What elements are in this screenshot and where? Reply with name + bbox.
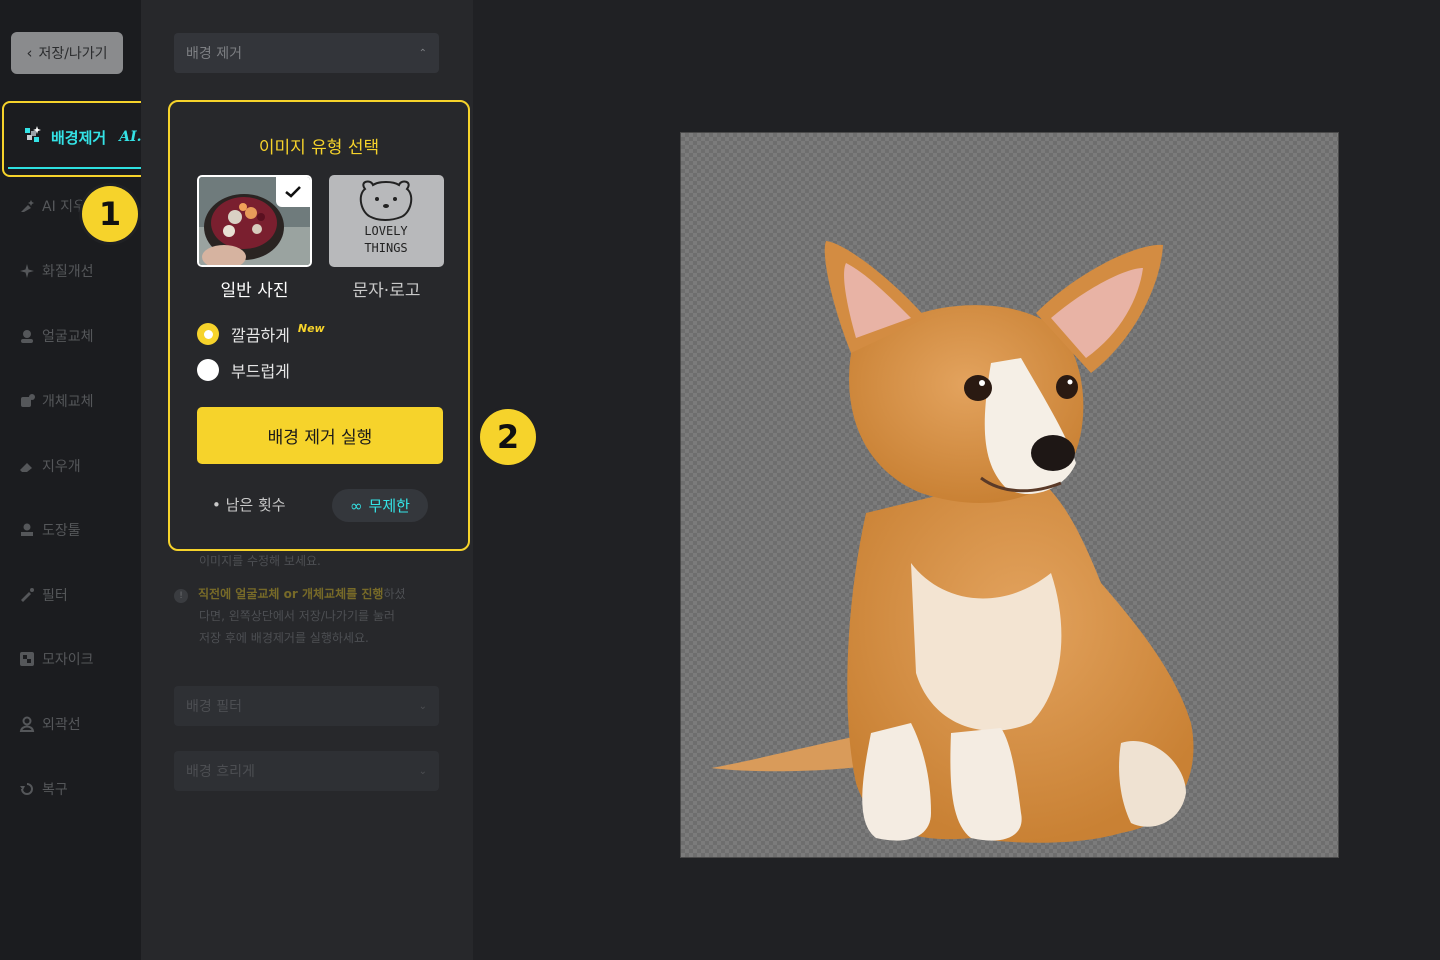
ai-tag: AI. <box>119 129 142 145</box>
image-canvas[interactable] <box>680 132 1339 858</box>
tool-filter[interactable]: 필터 <box>18 585 68 605</box>
tool-background-removal-label: 배경제거 <box>51 128 107 147</box>
save-exit-button[interactable]: ‹ 저장/나가기 <box>11 32 123 74</box>
chevron-left-icon: ‹ <box>26 44 33 62</box>
logo-type-label: 문자·로고 <box>352 281 421 301</box>
tool-outline[interactable]: 외곽선 <box>18 714 81 734</box>
step-badge-1: 1 <box>82 186 138 242</box>
warning-icon: ! <box>174 589 188 603</box>
image-type-popover: 이미지 유형 선택 LOVELY THINGS 일반 사진 문자·로고 깔끔하게 <box>168 100 470 551</box>
tool-object-swap[interactable]: 개체교체 <box>18 391 94 411</box>
chevron-down-icon: ⌄ <box>418 765 427 777</box>
eraser-spark-icon <box>18 197 36 215</box>
mode-label: 깔끔하게 <box>231 326 290 345</box>
step-badge-2: 2 <box>480 409 536 465</box>
mosaic-icon <box>18 650 36 668</box>
filter-icon <box>18 586 36 604</box>
section-dropdown-background-removal[interactable]: 배경 제거 ⌃ <box>174 33 439 73</box>
notice-line-3: 저장 후에 배경제거를 실행하세요. <box>199 631 369 645</box>
stamp-icon <box>18 521 36 539</box>
tool-background-removal[interactable]: 배경제거 AI. <box>2 101 157 177</box>
eraser-icon <box>18 457 36 475</box>
popover-title: 이미지 유형 선택 <box>258 138 380 158</box>
notice-line-2: 다면, 왼쪽상단에서 저장/나가기를 눌러 <box>199 609 395 623</box>
help-text: 이미지를 수정해 보세요. <box>174 550 321 572</box>
mode-soft-option[interactable]: 부드럽게 <box>197 358 290 382</box>
corgi-cutout-image <box>711 241 1194 843</box>
notice-rest: 하셨 <box>383 587 406 601</box>
outline-icon <box>18 715 36 733</box>
mode-label: 부드럽게 <box>231 362 290 381</box>
tool-mosaic[interactable]: 모자이크 <box>18 649 94 669</box>
unlimited-badge: ∞ 무제한 <box>332 489 428 522</box>
sparkle-icon <box>18 262 36 280</box>
tool-label: 얼굴교체 <box>42 329 94 345</box>
mode-clean-option[interactable]: 깔끔하게 New <box>197 322 325 346</box>
logo-thumbnail: LOVELY THINGS <box>359 180 413 255</box>
infinity-icon: ∞ <box>350 496 363 515</box>
tool-label: 외곽선 <box>42 717 81 733</box>
chevron-up-icon: ⌃ <box>418 47 427 59</box>
new-badge: New <box>297 321 325 335</box>
magic-wand-icon <box>22 125 42 149</box>
tool-label: 화질개선 <box>42 264 94 280</box>
dropdown-label: 배경 필터 <box>186 699 242 715</box>
restore-icon <box>18 780 36 798</box>
active-indicator <box>8 167 151 169</box>
tool-label: 필터 <box>42 588 68 604</box>
logo-preview-line-2: THINGS <box>364 241 407 255</box>
background-filter-dropdown[interactable]: 배경 필터 ⌄ <box>174 686 439 726</box>
face-swap-icon <box>18 327 36 345</box>
background-blur-dropdown[interactable]: 배경 흐리게 ⌄ <box>174 751 439 791</box>
dropdown-label: 배경 제거 <box>186 46 242 62</box>
unlimited-label: 무제한 <box>368 497 410 515</box>
tool-restore[interactable]: 복구 <box>18 779 68 799</box>
radio-selected[interactable] <box>197 323 219 345</box>
tool-stamp[interactable]: 도장툴 <box>18 520 81 540</box>
image-type-photo-option[interactable] <box>197 175 312 267</box>
object-swap-icon <box>18 392 36 410</box>
tool-upscale[interactable]: 화질개선 <box>18 261 94 281</box>
logo-preview-line-1: LOVELY <box>364 224 408 238</box>
photo-type-label: 일반 사진 <box>220 281 289 301</box>
help-line: 이미지를 수정해 보세요. <box>199 554 321 568</box>
tool-label: 모자이크 <box>42 652 94 668</box>
dropdown-label: 배경 흐리게 <box>186 764 255 780</box>
chevron-down-icon: ⌄ <box>418 700 427 712</box>
radio-unselected[interactable] <box>197 359 219 381</box>
selected-check-icon <box>276 177 310 207</box>
tool-label: 지우개 <box>42 459 81 475</box>
remaining-count-label: • 남은 횟수 <box>212 496 286 514</box>
notice-highlight: 직전에 얼굴교체 or 개체교체를 진행 <box>198 587 384 601</box>
tool-eraser[interactable]: 지우개 <box>18 456 81 476</box>
tool-label: 개체교체 <box>42 394 94 410</box>
save-exit-label: 저장/나가기 <box>38 46 108 62</box>
run-background-removal-button[interactable]: 배경 제거 실행 <box>197 407 443 464</box>
notice-text: ! 직전에 얼굴교체 or 개체교체를 진행하셨 다면, 왼쪽상단에서 저장/나가… <box>174 583 406 649</box>
tool-label: 복구 <box>42 782 68 798</box>
tool-label: 도장툴 <box>42 523 81 539</box>
tool-face-swap[interactable]: 얼굴교체 <box>18 326 94 346</box>
tool-rail: ‹ 저장/나가기 배경제거 AI. AI 지우개 화질개선 얼굴교체 개체교체 … <box>0 0 157 960</box>
image-type-text-logo-option[interactable]: LOVELY THINGS <box>329 175 444 267</box>
